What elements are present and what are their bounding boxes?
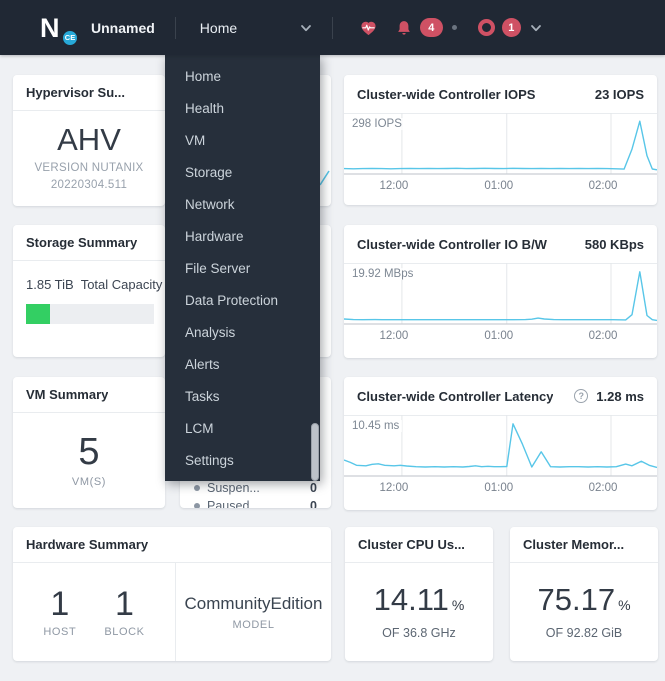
cpu-usage-unit: %	[451, 597, 465, 613]
menu-item-vm[interactable]: VM	[165, 124, 320, 156]
card-title: Cluster CPU Us...	[358, 537, 465, 552]
cluster-cpu-card: Cluster CPU Us... 14.11 % OF 36.8 GHz	[345, 527, 493, 661]
menu-item-storage[interactable]: Storage	[165, 156, 320, 188]
tasks-ring-icon[interactable]	[477, 19, 495, 36]
iops-chart: 298 IOPS 12:00 01:00 02:00	[344, 113, 657, 205]
community-edition-badge: CE	[62, 29, 78, 46]
vm-count[interactable]: 5	[78, 433, 99, 471]
x-tick-label: 12:00	[379, 330, 409, 342]
heart-pulse-icon	[361, 21, 376, 36]
io-bw-chart: 19.92 MBps 12:00 01:00 02:00	[344, 263, 657, 358]
io-bw-current-value: 580 KBps	[584, 236, 644, 252]
host-label: HOST	[43, 625, 77, 638]
menu-item-analysis[interactable]: Analysis	[165, 316, 320, 348]
menu-item-file-server[interactable]: File Server	[165, 252, 320, 284]
vm-legend-row-suspended[interactable]: Suspen... 0	[180, 480, 331, 496]
card-title: Hardware Summary	[26, 537, 149, 552]
memory-capacity: OF 92.82 GiB	[545, 626, 623, 640]
menu-item-network[interactable]: Network	[165, 188, 320, 220]
model-label: MODEL	[232, 618, 275, 631]
x-tick-label: 02:00	[588, 180, 618, 192]
card-title: Hypervisor Su...	[26, 85, 125, 100]
hidden-sparkline-fragment	[319, 170, 330, 186]
y-max-label: 298 IOPS	[352, 118, 405, 130]
cluster-memory-card: Cluster Memor... 75.17 % OF 92.82 GiB	[510, 527, 658, 661]
controller-io-bw-card: Cluster-wide Controller IO B/W 580 KBps …	[344, 225, 657, 358]
header-divider	[331, 16, 333, 39]
x-tick-label: 01:00	[484, 482, 514, 494]
legend-dot-icon	[194, 503, 200, 508]
nutanix-logo[interactable]: N CE	[40, 13, 78, 46]
host-count[interactable]: 1	[50, 587, 69, 621]
storage-summary-card: Storage Summary 1.85 TiB Total Capacity	[13, 225, 165, 357]
iops-current-value: 23 IOPS	[594, 86, 644, 102]
hypervisor-type: AHV	[57, 121, 121, 157]
tasks-count-badge[interactable]: 1	[501, 18, 521, 37]
cpu-capacity: OF 36.8 GHz	[382, 626, 456, 640]
card-title: VM Summary	[26, 387, 109, 402]
separator-dot-icon	[451, 25, 457, 30]
hardware-summary-card: Hardware Summary 1 HOST 1 BLOCK Communit…	[13, 527, 331, 661]
menu-item-data-protection[interactable]: Data Protection	[165, 284, 320, 316]
health-heart-icon[interactable]	[359, 18, 378, 37]
alerts-count-badge[interactable]: 4	[419, 18, 443, 37]
header-divider	[174, 16, 176, 39]
cpu-usage-value: 14.11	[373, 582, 449, 617]
help-icon[interactable]: ?	[574, 389, 589, 403]
vm-summary-card: VM Summary 5 VM(S)	[13, 377, 165, 508]
menu-item-home[interactable]: Home	[165, 60, 320, 92]
x-tick-label: 02:00	[588, 330, 618, 342]
vm-count-label: VM(S)	[71, 476, 107, 488]
storage-bar-fill	[26, 304, 51, 324]
top-nav-bar: N CE Unnamed Home 4 1	[0, 0, 665, 55]
home-dropdown-menu: Home Health VM Storage Network Hardware File S…	[165, 55, 320, 481]
controller-iops-card: Cluster-wide Controller IOPS 23 IOPS 298…	[344, 75, 657, 205]
tasks-chevron-down-icon[interactable]	[530, 22, 542, 34]
x-tick-label: 12:00	[379, 180, 409, 192]
hypervisor-summary-card: Hypervisor Su... AHV VERSION NUTANIX 202…	[13, 75, 165, 206]
latency-chart: 10.45 ms 12:00 01:00 02:00	[344, 415, 657, 510]
menu-item-hardware[interactable]: Hardware	[165, 220, 320, 252]
total-capacity-line: 1.85 TiB Total Capacity	[26, 277, 163, 292]
vm-legend-row-paused[interactable]: Paused 0	[180, 498, 331, 508]
block-count[interactable]: 1	[115, 587, 134, 621]
menu-item-health[interactable]: Health	[165, 92, 320, 124]
nav-home-dropdown[interactable]: Home	[176, 0, 332, 55]
chevron-down-icon	[300, 24, 311, 31]
y-max-label: 19.92 MBps	[352, 268, 417, 280]
alerts-bell-icon[interactable]	[395, 19, 413, 37]
card-title: Cluster-wide Controller IO B/W	[357, 236, 547, 252]
x-tick-label: 01:00	[484, 330, 514, 342]
latency-current-value: 1.28 ms	[596, 388, 644, 404]
x-tick-label: 02:00	[588, 482, 618, 494]
hypervisor-version: VERSION NUTANIX 20220304.511	[34, 162, 144, 191]
menu-scrollbar-thumb[interactable]	[311, 423, 319, 481]
y-max-label: 10.45 ms	[352, 420, 403, 432]
memory-usage-unit: %	[618, 597, 631, 613]
card-title: Cluster-wide Controller Latency	[357, 388, 554, 404]
card-title: Cluster-wide Controller IOPS	[357, 86, 536, 102]
x-tick-label: 01:00	[484, 180, 514, 192]
block-label: BLOCK	[104, 625, 145, 638]
hardware-model: CommunityEdition	[184, 593, 323, 613]
storage-usage-bar[interactable]	[26, 304, 154, 324]
card-title: Storage Summary	[26, 235, 138, 250]
legend-dot-icon	[194, 485, 200, 491]
cluster-name[interactable]: Unnamed	[91, 20, 155, 36]
menu-item-settings[interactable]: Settings	[165, 444, 320, 476]
controller-latency-card: Cluster-wide Controller Latency ? 1.28 m…	[344, 377, 657, 510]
menu-item-tasks[interactable]: Tasks	[165, 380, 320, 412]
menu-item-lcm[interactable]: LCM	[165, 412, 320, 444]
x-tick-label: 12:00	[379, 482, 409, 494]
memory-usage-value: 75.17	[537, 582, 616, 617]
menu-item-alerts[interactable]: Alerts	[165, 348, 320, 380]
nav-selected-label: Home	[199, 19, 238, 36]
card-title: Cluster Memor...	[523, 537, 625, 552]
bell-icon	[397, 20, 410, 35]
